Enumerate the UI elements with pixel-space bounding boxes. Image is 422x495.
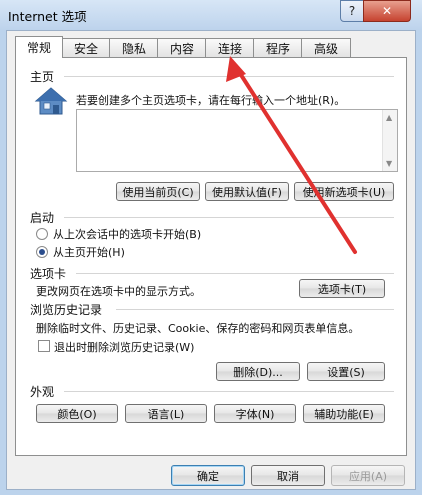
startup-heading: 启动 (30, 211, 55, 225)
tab-security[interactable]: 安全 (61, 38, 111, 57)
history-heading: 浏览历史记录 (30, 303, 103, 317)
ok-button[interactable]: 确定 (171, 465, 245, 486)
tab-connections[interactable]: 连接 (205, 38, 255, 57)
close-button[interactable]: ✕ (363, 0, 411, 22)
startup-last-session-label[interactable]: 从上次会话中的选项卡开始(B) (53, 226, 201, 242)
appearance-divider (64, 391, 394, 392)
startup-divider (64, 217, 394, 218)
dialog-body: 常规 安全 隐私 内容 连接 程序 高级 主页 若要创建多个主页选项卡，请在每行… (6, 30, 416, 490)
startup-last-session-radio[interactable] (36, 228, 48, 240)
cancel-button[interactable]: 取消 (251, 465, 325, 486)
home-description: 若要创建多个主页选项卡，请在每行输入一个地址(R)。 (76, 94, 346, 107)
history-settings-button[interactable]: 设置(S) (307, 362, 385, 381)
help-icon: ? (348, 4, 356, 18)
tabs-settings-button[interactable]: 选项卡(T) (299, 279, 385, 298)
accessibility-button[interactable]: 辅助功能(E) (303, 404, 385, 423)
help-button[interactable]: ? (340, 0, 364, 22)
languages-button[interactable]: 语言(L) (125, 404, 207, 423)
window-title: Internet 选项 (8, 9, 87, 24)
general-tab-panel: 主页 若要创建多个主页选项卡，请在每行输入一个地址(R)。 ▲ ▼ 使用当前页(… (15, 57, 407, 456)
startup-home-label[interactable]: 从主页开始(H) (53, 244, 125, 260)
use-new-tab-button[interactable]: 使用新选项卡(U) (294, 182, 394, 201)
title-bar: Internet 选项 ? ✕ (0, 0, 422, 30)
fonts-button[interactable]: 字体(N) (214, 404, 296, 423)
delete-history-button[interactable]: 删除(D)... (216, 362, 300, 381)
tab-programs[interactable]: 程序 (253, 38, 303, 57)
history-description: 删除临时文件、历史记录、Cookie、保存的密码和网页表单信息。 (36, 322, 360, 335)
colors-button[interactable]: 颜色(O) (36, 404, 118, 423)
home-divider (64, 76, 394, 77)
home-address-box[interactable]: ▲ ▼ (76, 109, 398, 172)
use-current-button[interactable]: 使用当前页(C) (116, 182, 200, 201)
home-address-scrollbar[interactable]: ▲ ▼ (382, 110, 397, 171)
tab-privacy[interactable]: 隐私 (109, 38, 159, 57)
tab-general[interactable]: 常规 (15, 36, 63, 58)
tab-advanced[interactable]: 高级 (301, 38, 351, 57)
home-heading: 主页 (30, 70, 55, 84)
history-divider (116, 309, 394, 310)
tabs-description: 更改网页在选项卡中的显示方式。 (36, 285, 201, 298)
delete-on-exit-label[interactable]: 退出时删除浏览历史记录(W) (54, 339, 194, 355)
appearance-heading: 外观 (30, 385, 55, 399)
home-icon (34, 86, 68, 116)
scroll-down-icon: ▼ (386, 159, 393, 168)
scroll-up-icon: ▲ (386, 113, 393, 122)
tab-content[interactable]: 内容 (157, 38, 207, 57)
tabs-divider (76, 273, 394, 274)
delete-on-exit-checkbox[interactable] (38, 340, 50, 352)
use-default-button[interactable]: 使用默认值(F) (205, 182, 289, 201)
startup-home-radio[interactable] (36, 246, 48, 258)
tabs-heading: 选项卡 (30, 267, 67, 281)
apply-button[interactable]: 应用(A) (331, 465, 405, 486)
close-icon: ✕ (381, 4, 393, 18)
